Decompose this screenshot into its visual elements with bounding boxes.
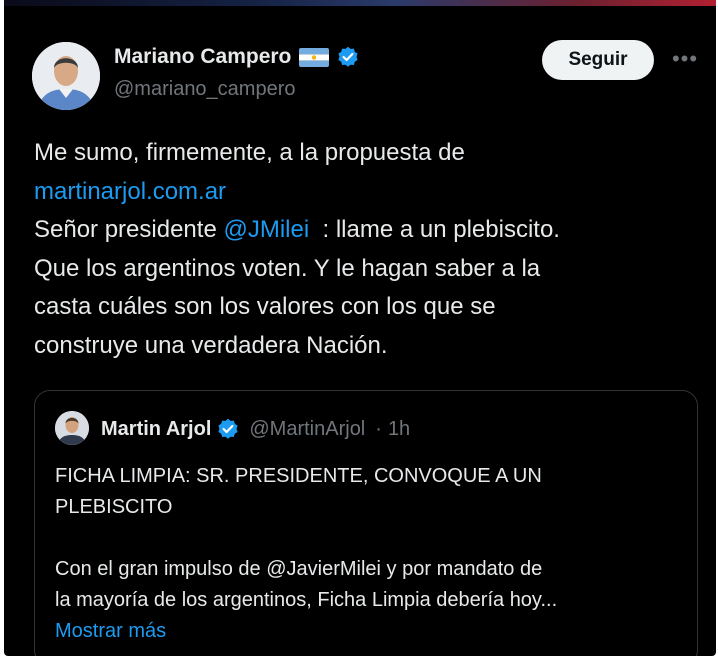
quoted-author-name[interactable]: Martin Arjol (101, 418, 211, 441)
tweet-line: casta cuáles son los valores con los que… (34, 293, 496, 320)
quoted-line: la mayoría de los argentinos, Ficha Limp… (55, 589, 558, 611)
tweet-line: Me sumo, firmemente, a la propuesta de (34, 139, 465, 166)
quoted-line: FICHA LIMPIA: SR. PRESIDENTE, CONVOQUE A… (55, 465, 542, 487)
author-name-row: Mariano Campero (114, 42, 359, 72)
author-name[interactable]: Mariano Campero (114, 45, 291, 69)
quoted-author-avatar[interactable] (55, 411, 89, 445)
quoted-author-handle[interactable]: @MartinArjol (249, 418, 365, 441)
tweet-link[interactable]: martinarjol.com.ar (34, 178, 226, 205)
separator-dot: · (375, 417, 382, 440)
argentina-flag-icon (299, 47, 330, 67)
quoted-tweet[interactable]: Martin Arjol @MartinArjol · 1h FICHA LIM… (34, 390, 698, 656)
mention-link[interactable]: @JMilei (223, 216, 309, 243)
quoted-line: Con el gran impulso de @JavierMilei y po… (55, 558, 543, 580)
tweet-text-segment: Señor presidente (34, 216, 224, 243)
tweet-line: construye una verdadera Nación. (34, 331, 388, 359)
tweet-text: Me sumo, firmemente, a la propuesta de m… (34, 134, 704, 365)
quoted-timestamp[interactable]: 1h (388, 418, 410, 441)
quoted-text: FICHA LIMPIA: SR. PRESIDENTE, CONVOQUE A… (55, 461, 691, 647)
author-avatar[interactable] (32, 42, 100, 110)
show-more-link[interactable]: Mostrar más (55, 620, 166, 642)
tweet-card: Mariano Campero @mariano_campero Seguir … (4, 0, 716, 656)
verified-badge-icon (337, 46, 359, 68)
more-options-icon[interactable]: ••• (668, 44, 702, 74)
tweet-line: Que los argentinos voten. Y le hagan sab… (34, 254, 541, 282)
top-banner-strip (4, 0, 716, 6)
tweet-line-mention: Señor presidente @JMilei : llame a un pl… (34, 211, 704, 250)
quoted-header: Martin Arjol @MartinArjol · 1h (101, 415, 410, 443)
author-handle[interactable]: @mariano_campero (114, 78, 296, 101)
verified-badge-icon (217, 418, 239, 440)
follow-button[interactable]: Seguir (542, 40, 654, 80)
tweet-text-segment: : llame a un plebiscito. (309, 216, 560, 243)
quoted-line: PLEBISCITO (55, 496, 173, 518)
